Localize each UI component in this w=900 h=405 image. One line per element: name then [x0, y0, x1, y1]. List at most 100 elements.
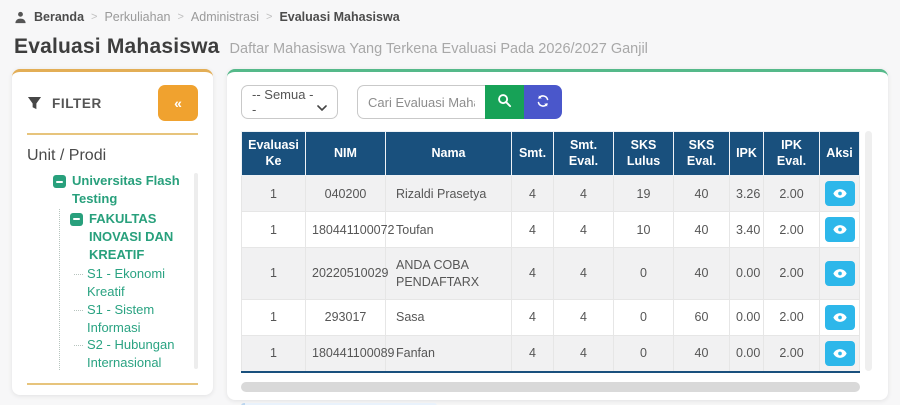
breadcrumb-home-link[interactable]: Beranda — [34, 10, 84, 24]
cell-smt-eval: 4 — [554, 212, 614, 248]
cell-evaluasi-ke: 1 — [242, 299, 306, 335]
page: Beranda > Perkuliahan > Administrasi > E… — [0, 0, 900, 405]
cell-nama: Rizaldi Prasetya — [386, 176, 512, 212]
table-row: 1 180441100072 Toufan 4 4 10 40 3.40 2.0… — [242, 212, 860, 248]
table-vertical-scrollbar[interactable] — [865, 131, 872, 371]
refresh-icon — [536, 94, 550, 111]
collapse-node-icon[interactable] — [70, 213, 83, 226]
cell-evaluasi-ke: 1 — [242, 248, 306, 300]
breadcrumb-separator: > — [266, 11, 272, 23]
column-header-aksi: Aksi — [820, 132, 860, 176]
view-detail-button[interactable] — [825, 261, 855, 286]
status-filter-value: -- Semua -- — [252, 87, 317, 117]
column-header-evaluasi-ke: Evaluasi Ke — [242, 132, 306, 176]
search-button[interactable] — [485, 85, 524, 119]
cell-sks-lulus: 0 — [614, 299, 674, 335]
cell-sks-eval: 40 — [674, 176, 730, 212]
view-detail-button[interactable] — [825, 181, 855, 206]
tree-node-universitas[interactable]: Universitas Flash Testing — [53, 171, 198, 209]
cell-ipk-eval: 2.00 — [764, 248, 820, 300]
cell-smt-eval: 4 — [554, 248, 614, 300]
cell-sks-lulus: 10 — [614, 212, 674, 248]
column-header-sks-lulus: SKS Lulus — [614, 132, 674, 176]
cell-sks-lulus: 0 — [614, 335, 674, 372]
cell-nim: 293017 — [306, 299, 386, 335]
tree-children: FAKULTAS INOVASI DAN KREATIF S1 - Ekonom… — [59, 209, 198, 371]
breadcrumb-link-perkuliahan[interactable]: Perkuliahan — [104, 10, 170, 24]
tree-node-label[interactable]: Universitas Flash Testing — [72, 172, 198, 208]
view-detail-button[interactable] — [825, 217, 855, 242]
cell-sks-eval: 40 — [674, 248, 730, 300]
evaluation-list-panel: -- Semua -- — [227, 69, 888, 400]
filter-icon — [27, 96, 42, 111]
breadcrumb-separator: > — [177, 11, 183, 23]
cell-sks-eval: 60 — [674, 299, 730, 335]
filter-title: FILTER — [27, 96, 102, 111]
tree-node-label[interactable]: FAKULTAS INOVASI DAN KREATIF — [89, 210, 198, 264]
cell-sks-eval: 40 — [674, 212, 730, 248]
breadcrumb-separator: > — [91, 11, 97, 23]
eye-icon — [833, 346, 847, 361]
column-header-ipk-eval: IPK Eval. — [764, 132, 820, 176]
collapse-node-icon[interactable] — [53, 175, 66, 188]
evaluation-table: Evaluasi Ke NIM Nama Smt. Smt. Eval. SKS… — [241, 131, 860, 373]
refresh-button[interactable] — [524, 85, 562, 119]
cell-sks-lulus: 0 — [614, 248, 674, 300]
breadcrumb-current: Evaluasi Mahasiswa — [279, 10, 399, 24]
filter-header: FILTER « — [27, 85, 198, 121]
cell-smt: 4 — [512, 248, 554, 300]
cell-smt-eval: 4 — [554, 176, 614, 212]
cell-ipk-eval: 2.00 — [764, 212, 820, 248]
cell-evaluasi-ke: 1 — [242, 335, 306, 372]
tree-node-fakultas[interactable]: FAKULTAS INOVASI DAN KREATIF — [70, 209, 198, 265]
cell-nama: ANDA COBA PENDAFTARX — [386, 248, 512, 300]
view-detail-button[interactable] — [825, 341, 855, 366]
table-header-row: Evaluasi Ke NIM Nama Smt. Smt. Eval. SKS… — [242, 132, 860, 176]
column-header-nim: NIM — [306, 132, 386, 176]
cell-ipk: 0.00 — [730, 248, 764, 300]
cell-evaluasi-ke: 1 — [242, 212, 306, 248]
cell-ipk-eval: 2.00 — [764, 335, 820, 372]
column-header-sks-eval: SKS Eval. — [674, 132, 730, 176]
cell-nim: 180441100089 — [306, 335, 386, 372]
column-header-nama: Nama — [386, 132, 512, 176]
breadcrumb: Beranda > Perkuliahan > Administrasi > E… — [12, 8, 888, 26]
collapse-filter-button[interactable]: « — [158, 85, 198, 121]
divider — [27, 383, 198, 385]
status-filter-select[interactable]: -- Semua -- — [241, 85, 338, 119]
view-detail-button[interactable] — [825, 305, 855, 330]
toolbar: -- Semua -- — [241, 85, 874, 119]
user-icon — [14, 11, 27, 24]
tree-vertical-scrollbar[interactable] — [194, 173, 198, 369]
tree-leaf-prodi[interactable]: S1 - Ekonomi Kreatif — [80, 265, 198, 301]
cell-nim: 20220510029 — [306, 248, 386, 300]
table-zone: Evaluasi Ke NIM Nama Smt. Smt. Eval. SKS… — [241, 131, 874, 373]
table-row: 1 20220510029 ANDA COBA PENDAFTARX 4 4 0… — [242, 248, 860, 300]
column-header-smt-eval: Smt. Eval. — [554, 132, 614, 176]
cell-ipk-eval: 2.00 — [764, 299, 820, 335]
unit-prodi-tree: Universitas Flash Testing FAKULTAS INOVA… — [27, 171, 198, 371]
cell-smt: 4 — [512, 212, 554, 248]
cell-nim: 180441100072 — [306, 212, 386, 248]
tree-leaf-prodi[interactable]: S1 - Sistem Informasi — [80, 301, 198, 337]
cell-smt: 4 — [512, 176, 554, 212]
cell-nama: Fanfan — [386, 335, 512, 372]
cell-ipk: 3.40 — [730, 212, 764, 248]
filter-panel: FILTER « Unit / Prodi Universitas Flash … — [12, 69, 213, 395]
tree-leaf-prodi[interactable]: S2 - Hubungan Internasional — [80, 336, 198, 371]
table-row: 1 040200 Rizaldi Prasetya 4 4 19 40 3.26… — [242, 176, 860, 212]
eye-icon — [833, 222, 847, 237]
page-subtitle: Daftar Mahasiswa Yang Terkena Evaluasi P… — [230, 41, 648, 57]
column-header-smt: Smt. — [512, 132, 554, 176]
cell-ipk: 3.26 — [730, 176, 764, 212]
search-input[interactable] — [357, 85, 485, 119]
table-horizontal-scrollbar[interactable] — [241, 382, 860, 392]
cell-nama: Sasa — [386, 299, 512, 335]
cell-nama: Toufan — [386, 212, 512, 248]
unit-prodi-section-label: Unit / Prodi — [27, 147, 198, 165]
cell-smt: 4 — [512, 335, 554, 372]
breadcrumb-link-administrasi[interactable]: Administrasi — [191, 10, 259, 24]
cell-sks-eval: 40 — [674, 335, 730, 372]
table-row: 1 180441100089 Fanfan 4 4 0 40 0.00 2.00 — [242, 335, 860, 372]
chevron-down-icon — [317, 99, 327, 105]
